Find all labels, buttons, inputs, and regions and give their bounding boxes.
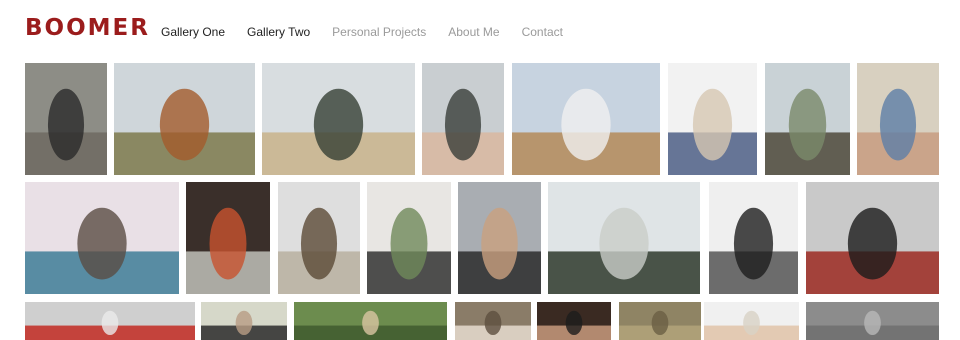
gallery-photo-trailer-in-snow[interactable] [548, 182, 700, 294]
photo-grid [0, 0, 960, 340]
gallery-photo-smiling-cowboy[interactable] [704, 302, 799, 340]
gallery-photo-abstract-light[interactable] [806, 302, 939, 340]
gallery-photo-cowboy-black-white[interactable] [709, 182, 798, 294]
gallery-photo-two-cowboys[interactable] [668, 63, 757, 175]
gallery-photo-older-man-portrait[interactable] [422, 63, 504, 175]
gallery-photo-dry-ground[interactable] [619, 302, 701, 340]
gallery-photo-elderly-man-plaid-shirt[interactable] [857, 63, 939, 175]
gallery-photo-cowboy-hats[interactable] [201, 302, 287, 340]
gallery-photo-skulls-on-wall[interactable] [455, 302, 531, 340]
gallery-photo-forest-person[interactable] [294, 302, 447, 340]
gallery-photo-camper-van[interactable] [278, 182, 360, 294]
gallery-photo-woman-arms-crossed[interactable] [458, 182, 541, 294]
gallery-photo-wall-with-lamp[interactable] [367, 182, 451, 294]
gallery-photo-cowboy-portrait[interactable] [537, 302, 611, 340]
gallery-photo-frozen-marsh-trees[interactable] [512, 63, 660, 175]
gallery-photo-man-standing-by-building[interactable] [25, 63, 107, 175]
gallery-photo-diner-interior[interactable] [25, 182, 179, 294]
gallery-photo-red-airplane[interactable] [25, 302, 195, 340]
gallery-photo-forest-with-ribbons[interactable] [765, 63, 850, 175]
gallery-photo-field-with-trucks[interactable] [114, 63, 255, 175]
gallery-photo-candle-closeup[interactable] [186, 182, 270, 294]
gallery-photo-cabin-in-snow[interactable] [262, 63, 415, 175]
gallery-photo-man-on-motorcycle[interactable] [806, 182, 939, 294]
